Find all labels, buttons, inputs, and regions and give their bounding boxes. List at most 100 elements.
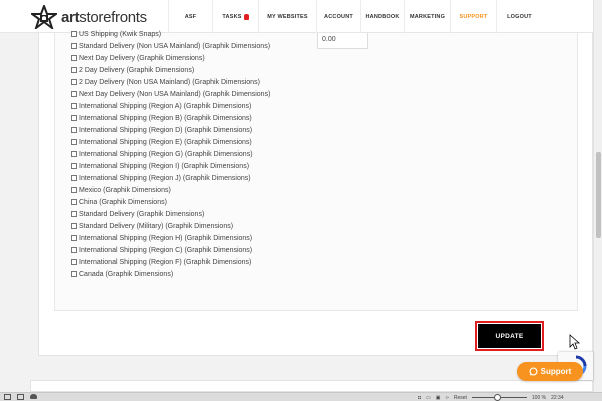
shipping-option: International Shipping (Region D) (Graph… — [71, 124, 270, 136]
shipping-option-checkbox[interactable] — [71, 79, 77, 85]
star-logo-icon — [31, 5, 57, 29]
zoom-slider-knob[interactable] — [493, 394, 501, 401]
nav-item-label: ASF — [184, 13, 197, 20]
shipping-option-checkbox[interactable] — [71, 187, 77, 193]
nav-item-marketing[interactable]: MARKETING — [404, 0, 450, 33]
shipping-option: US Shipping (Kwik Snaps) — [71, 28, 270, 40]
page-scrollbar[interactable] — [593, 0, 602, 392]
shipping-option-checkbox[interactable] — [71, 211, 77, 217]
shipping-option-label: International Shipping (Region D) (Graph… — [79, 126, 253, 134]
shipping-option-checkbox[interactable] — [71, 103, 77, 109]
shipping-options-panel: US Shipping (Kwik Snaps) Standard Deliver… — [54, 31, 578, 311]
price-input[interactable]: 0.00 — [317, 33, 368, 49]
window-icon[interactable]: ▭ — [426, 395, 431, 401]
shipping-option-checkbox[interactable] — [71, 175, 77, 181]
shipping-option-checkbox[interactable] — [71, 139, 77, 145]
shipping-option-label: International Shipping (Region C) (Graph… — [79, 246, 253, 254]
shipping-option: Next Day Delivery (Graphik Dimensions) — [71, 52, 270, 64]
sidebar-toggle-icon[interactable] — [4, 394, 11, 400]
shipping-option-label: International Shipping (Region B) (Graph… — [79, 114, 252, 122]
shipping-option: Mexico (Graphik Dimensions) — [71, 184, 270, 196]
update-button[interactable]: UPDATE — [478, 324, 541, 348]
shipping-option: International Shipping (Region C) (Graph… — [71, 244, 270, 256]
scrollbar-thumb[interactable] — [596, 152, 601, 238]
shipping-option: 2 Day Delivery (Non USA Mainland) (Graph… — [71, 76, 270, 88]
shipping-option: Canada (Graphik Dimensions) — [71, 268, 270, 280]
shipping-option: International Shipping (Region F) (Graph… — [71, 256, 270, 268]
shipping-option: International Shipping (Region J) (Graph… — [71, 172, 270, 184]
nav-item-account[interactable]: ACCOUNT — [316, 0, 360, 33]
shipping-option-checkbox[interactable] — [71, 67, 77, 73]
shipping-option-label: Canada (Graphik Dimensions) — [79, 270, 174, 278]
image-icon[interactable]: ▣ — [436, 395, 441, 401]
shipping-option-checkbox[interactable] — [71, 271, 77, 277]
zoom-level: 100 % — [531, 394, 547, 401]
shipping-option: Standard Delivery (Non USA Mainland) (Gr… — [71, 40, 270, 52]
zoom-slider[interactable] — [471, 394, 527, 401]
shipping-option-checkbox[interactable] — [71, 91, 77, 97]
shipping-option-label: Mexico (Graphik Dimensions) — [79, 186, 171, 194]
shipping-option-checkbox[interactable] — [71, 199, 77, 205]
shipping-option: International Shipping (Region G) (Graph… — [71, 148, 270, 160]
browser-statusbar: ◘ ▭ ▣ ‹› Reset 100 % 22:34 — [0, 392, 602, 401]
shipping-option-label: International Shipping (Region E) (Graph… — [79, 138, 252, 146]
support-label: Support — [540, 367, 572, 376]
shipping-option-checkbox[interactable] — [71, 259, 77, 265]
statusbar-right: ◘ ▭ ▣ ‹› Reset 100 % 22:34 — [418, 393, 564, 401]
shipping-option-checkbox[interactable] — [71, 163, 77, 169]
nav-item-logout[interactable]: LOGOUT — [496, 0, 542, 33]
camera-icon[interactable]: ◘ — [418, 395, 421, 401]
settings-card: US Shipping (Kwik Snaps) Standard Deliver… — [38, 31, 593, 356]
shipping-option-label: Standard Delivery (Military) (Graphik Di… — [79, 222, 234, 230]
shipping-option-label: 2 Day Delivery (Graphik Dimensions) — [79, 66, 195, 74]
shipping-option: Standard Delivery (Graphik Dimensions) — [71, 208, 270, 220]
statusbar-left-icons — [4, 394, 37, 400]
shipping-option-checkbox[interactable] — [71, 223, 77, 229]
shipping-option-label: International Shipping (Region F) (Graph… — [79, 258, 252, 266]
shipping-option-label: International Shipping (Region A) (Graph… — [79, 102, 252, 110]
shipping-options-list: US Shipping (Kwik Snaps) Standard Deliver… — [71, 31, 270, 280]
nav-item-label: ACCOUNT — [324, 13, 353, 20]
shipping-option: International Shipping (Region I) (Graph… — [71, 160, 270, 172]
mouse-cursor-icon — [569, 334, 581, 350]
nav-item-handbook[interactable]: HANDBOOK — [360, 0, 404, 33]
shipping-option-label: Next Day Delivery (Non USA Mainland) (Gr… — [79, 90, 271, 98]
shipping-option-checkbox[interactable] — [71, 31, 77, 37]
nav-item-label: MY WEBSITES — [267, 13, 308, 20]
shipping-option-label: US Shipping (Kwik Snaps) — [79, 30, 162, 38]
nav-item-label: MARKETING — [409, 13, 446, 20]
lower-card — [30, 380, 593, 392]
shipping-option-label: Standard Delivery (Graphik Dimensions) — [79, 210, 205, 218]
artstorefronts-logo[interactable]: artstorefronts — [31, 5, 147, 29]
cloud-icon[interactable] — [30, 394, 37, 399]
nav-item-label: LOGOUT — [507, 13, 532, 20]
shipping-option: 2 Day Delivery (Graphik Dimensions) — [71, 64, 270, 76]
shipping-option-checkbox[interactable] — [71, 55, 77, 61]
zoom-reset-button[interactable]: Reset — [454, 395, 467, 401]
shipping-option-checkbox[interactable] — [71, 247, 77, 253]
code-icon[interactable]: ‹› — [446, 395, 449, 401]
logo-text: artstorefronts — [61, 8, 147, 26]
panel-icon[interactable] — [17, 394, 24, 400]
shipping-option-checkbox[interactable] — [71, 43, 77, 49]
shipping-option: International Shipping (Region A) (Graph… — [71, 100, 270, 112]
shipping-option-checkbox[interactable] — [71, 235, 77, 241]
shipping-option: Next Day Delivery (Non USA Mainland) (Gr… — [71, 88, 270, 100]
shipping-option-checkbox[interactable] — [71, 115, 77, 121]
bell-icon — [243, 13, 249, 20]
shipping-option: Standard Delivery (Military) (Graphik Di… — [71, 220, 270, 232]
shipping-option-checkbox[interactable] — [71, 151, 77, 157]
shipping-option-label: Next Day Delivery (Graphik Dimensions) — [79, 54, 205, 62]
nav-item-label: TASKS — [222, 13, 242, 20]
nav-item-label: SUPPORT — [459, 13, 488, 20]
shipping-option-label: Standard Delivery (Non USA Mainland) (Gr… — [79, 42, 271, 50]
shipping-option-label: International Shipping (Region J) (Graph… — [79, 174, 251, 182]
shipping-option-checkbox[interactable] — [71, 127, 77, 133]
nav-item-support[interactable]: SUPPORT — [450, 0, 496, 33]
nav-item-label: HANDBOOK — [365, 13, 400, 20]
shipping-option: China (Graphik Dimensions) — [71, 196, 270, 208]
shipping-option-label: International Shipping (Region G) (Graph… — [79, 150, 253, 158]
chat-bubble-icon — [529, 367, 538, 376]
support-button[interactable]: Support — [517, 362, 583, 381]
shipping-option: International Shipping (Region B) (Graph… — [71, 112, 270, 124]
